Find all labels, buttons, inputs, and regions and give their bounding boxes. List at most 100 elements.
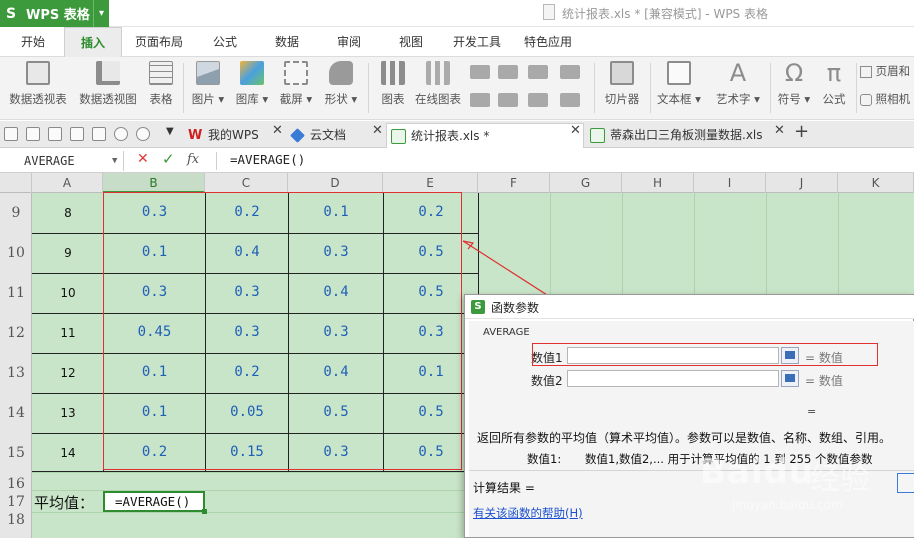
- pie-chart-icon[interactable]: [528, 93, 548, 107]
- doc-tab-stat-report[interactable]: 统计报表.xls *: [386, 123, 584, 148]
- line-chart-icon[interactable]: [528, 65, 548, 79]
- document-tab-bar: ▼ W 我的WPS ✕ 云文档 ✕ 统计报表.xls * ✕ 蒂森出口三角板测量…: [0, 121, 914, 148]
- save-icon[interactable]: [26, 127, 40, 141]
- chart-button[interactable]: 图表: [374, 61, 412, 107]
- textbox-button[interactable]: 文本框 ▾: [654, 61, 704, 107]
- stock-chart-icon[interactable]: [498, 93, 518, 107]
- chevron-down-icon[interactable]: ▾: [93, 0, 109, 27]
- help-link[interactable]: 有关该函数的帮助(H): [473, 505, 583, 521]
- bar-chart-icon[interactable]: [498, 65, 518, 79]
- cell-a11[interactable]: 10: [32, 286, 104, 300]
- cancel-formula-icon[interactable]: ✕: [137, 151, 149, 167]
- row-header[interactable]: 15: [0, 445, 32, 461]
- open-folder-icon[interactable]: [4, 127, 18, 141]
- app-menu-button[interactable]: S WPS 表格 ▾: [0, 0, 109, 27]
- tab-home[interactable]: 开始: [8, 27, 58, 57]
- tab-insert[interactable]: 插入: [64, 27, 122, 57]
- camera-button[interactable]: 照相机: [860, 91, 914, 107]
- name-box[interactable]: AVERAGE ▼: [0, 151, 124, 171]
- tab-developer[interactable]: 开发工具: [446, 27, 508, 57]
- tab-review[interactable]: 审阅: [324, 27, 374, 57]
- redo-icon[interactable]: [136, 127, 150, 141]
- column-header[interactable]: D: [288, 173, 383, 193]
- tab-data[interactable]: 数据: [262, 27, 312, 57]
- chevron-down-icon[interactable]: ▼: [166, 126, 174, 137]
- column-header[interactable]: E: [383, 173, 478, 193]
- formula-button[interactable]: π 公式: [816, 61, 852, 107]
- row-header[interactable]: 12: [0, 325, 32, 341]
- tab-special[interactable]: 特色应用: [516, 27, 580, 57]
- picture-button[interactable]: 图片 ▾: [188, 61, 228, 107]
- range-select-icon[interactable]: [781, 370, 799, 387]
- doc-tab-cloud-doc[interactable]: 云文档: [286, 123, 370, 148]
- cell-a10[interactable]: 9: [32, 246, 104, 260]
- column-chart-icon[interactable]: [470, 65, 490, 79]
- doc-tab-my-wps[interactable]: W 我的WPS: [184, 123, 268, 148]
- close-icon[interactable]: ✕: [272, 123, 283, 138]
- slicer-button[interactable]: 切片器: [598, 61, 646, 107]
- button-label: 数据透视图: [79, 92, 137, 106]
- column-header[interactable]: G: [550, 173, 622, 193]
- ok-button[interactable]: [897, 473, 914, 493]
- row-header[interactable]: 14: [0, 405, 32, 421]
- row-header[interactable]: 13: [0, 365, 32, 381]
- column-header[interactable]: J: [766, 173, 838, 193]
- close-icon[interactable]: ✕: [570, 123, 581, 138]
- column-header[interactable]: B: [103, 173, 205, 193]
- active-cell-b17[interactable]: =AVERAGE(): [103, 491, 207, 514]
- pivot-table-button[interactable]: 数据透视表: [6, 61, 70, 107]
- shapes-button[interactable]: 形状 ▾: [320, 61, 362, 107]
- formula-input[interactable]: =AVERAGE(): [230, 152, 305, 167]
- table-button[interactable]: 表格: [144, 61, 178, 107]
- average-label[interactable]: 平均值：: [34, 492, 94, 513]
- column-header[interactable]: F: [478, 173, 550, 193]
- chevron-down-icon[interactable]: ▼: [112, 151, 117, 171]
- header-footer-button[interactable]: 页眉和: [860, 63, 914, 79]
- screenshot-button[interactable]: 截屏 ▾: [276, 61, 316, 107]
- gallery-button[interactable]: 图库 ▾: [232, 61, 272, 107]
- insert-function-button[interactable]: fx: [187, 152, 199, 167]
- row-header[interactable]: 16: [0, 476, 32, 492]
- tab-view[interactable]: 视图: [386, 27, 436, 57]
- area-chart-icon[interactable]: [560, 65, 580, 79]
- tab-page-layout[interactable]: 页面布局: [128, 27, 190, 57]
- row-header[interactable]: 11: [0, 285, 32, 301]
- row-header[interactable]: 18: [0, 512, 32, 528]
- symbol-button[interactable]: Ω 符号 ▾: [772, 61, 816, 107]
- pivot-chart-button[interactable]: 数据透视图: [76, 61, 140, 107]
- fill-handle[interactable]: [202, 509, 207, 514]
- cell-a15[interactable]: 14: [32, 446, 104, 460]
- column-header[interactable]: C: [205, 173, 288, 193]
- select-all-corner[interactable]: [0, 173, 32, 193]
- doc-tab-measure-data[interactable]: 蒂森出口三角板测量数据.xls: [586, 123, 770, 148]
- cell-a14[interactable]: 13: [32, 406, 104, 420]
- gallery-icon: [240, 61, 264, 85]
- cell-a12[interactable]: 11: [32, 326, 104, 340]
- row-header[interactable]: 9: [0, 205, 32, 221]
- cell-a9[interactable]: 8: [32, 206, 104, 220]
- tab-formula[interactable]: 公式: [200, 27, 250, 57]
- undo-icon[interactable]: [114, 127, 128, 141]
- row-header[interactable]: 10: [0, 245, 32, 261]
- online-chart-button[interactable]: 在线图表: [412, 61, 464, 107]
- column-header[interactable]: A: [32, 173, 103, 193]
- print-preview-icon[interactable]: [70, 127, 84, 141]
- column-header[interactable]: I: [694, 173, 766, 193]
- other-chart-icon[interactable]: [560, 93, 580, 107]
- add-tab-icon[interactable]: +: [794, 121, 809, 142]
- scatter-chart-icon[interactable]: [470, 93, 490, 107]
- separator: [770, 63, 771, 113]
- dialog-title-bar[interactable]: S 函数参数: [465, 295, 914, 319]
- print-icon[interactable]: [48, 127, 62, 141]
- cell-a13[interactable]: 12: [32, 366, 104, 380]
- column-header[interactable]: K: [838, 173, 914, 193]
- close-icon[interactable]: ✕: [372, 123, 383, 138]
- column-header[interactable]: H: [622, 173, 694, 193]
- wordart-button[interactable]: A 艺术字 ▾: [710, 61, 766, 107]
- button-label: 图表: [381, 92, 405, 106]
- enter-formula-icon[interactable]: ✓: [162, 150, 175, 168]
- close-icon[interactable]: ✕: [774, 123, 785, 138]
- export-pdf-icon[interactable]: [92, 127, 106, 141]
- param2-input[interactable]: [567, 370, 779, 387]
- row-header[interactable]: 17: [0, 494, 32, 510]
